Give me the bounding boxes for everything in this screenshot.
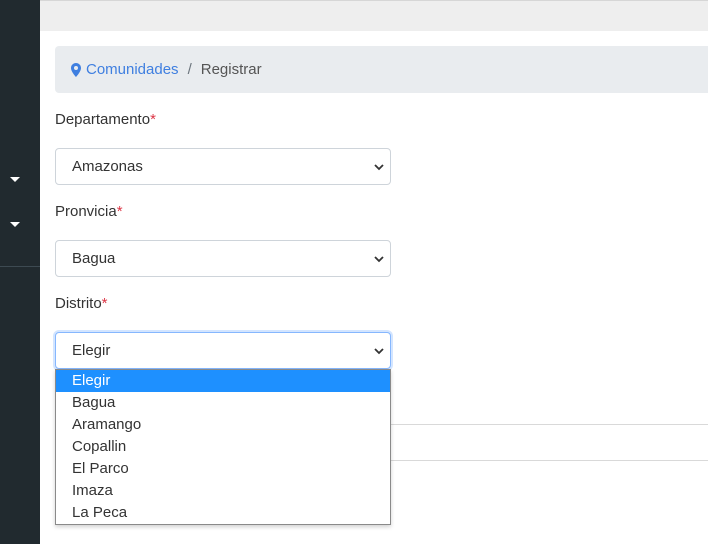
map-marker-icon [71,62,81,77]
distrito-label-text: Distrito [55,295,102,312]
option-item[interactable]: Imaza [56,480,390,502]
departamento-select[interactable]: Amazonas [55,148,391,185]
provincia-label: Pronvicia* [55,203,123,220]
departamento-label: Departamento* [55,111,156,128]
breadcrumb-current: Registrar [200,61,262,78]
distrito-options-list: Elegir Bagua Aramango Copallin El Parco … [55,369,391,525]
sidebar-divider [0,266,40,267]
chevron-down-icon [374,164,384,171]
required-mark: * [150,111,156,128]
breadcrumb-separator: / [187,61,192,78]
caret-down-icon[interactable] [10,222,20,227]
chevron-down-icon [374,348,384,355]
breadcrumb: Comunidades / Registrar [55,46,708,93]
table-border [390,460,708,461]
provincia-label-text: Pronvicia [55,203,117,220]
option-item[interactable]: Copallin [56,436,390,458]
provincia-select[interactable]: Bagua [55,240,391,277]
distrito-select-value: Elegir [72,342,111,359]
departamento-label-text: Departamento [55,111,151,128]
sidebar [0,0,40,544]
option-item[interactable]: Aramango [56,414,390,436]
departamento-select-value: Amazonas [72,158,143,175]
breadcrumb-link-comunidades[interactable]: Comunidades [86,61,179,78]
required-mark: * [101,295,108,312]
provincia-select-value: Bagua [72,250,116,267]
table-border [390,424,708,425]
option-item[interactable]: La Peca [56,502,390,524]
top-navbar [40,0,708,31]
option-item[interactable]: Bagua [56,392,390,414]
chevron-down-icon [374,256,384,263]
distrito-select[interactable]: Elegir [55,332,391,369]
option-item[interactable]: El Parco [56,458,390,480]
distrito-label: Distrito* [55,295,108,312]
option-item[interactable]: Elegir [56,370,390,392]
required-mark: * [116,203,123,220]
caret-down-icon[interactable] [10,177,20,182]
